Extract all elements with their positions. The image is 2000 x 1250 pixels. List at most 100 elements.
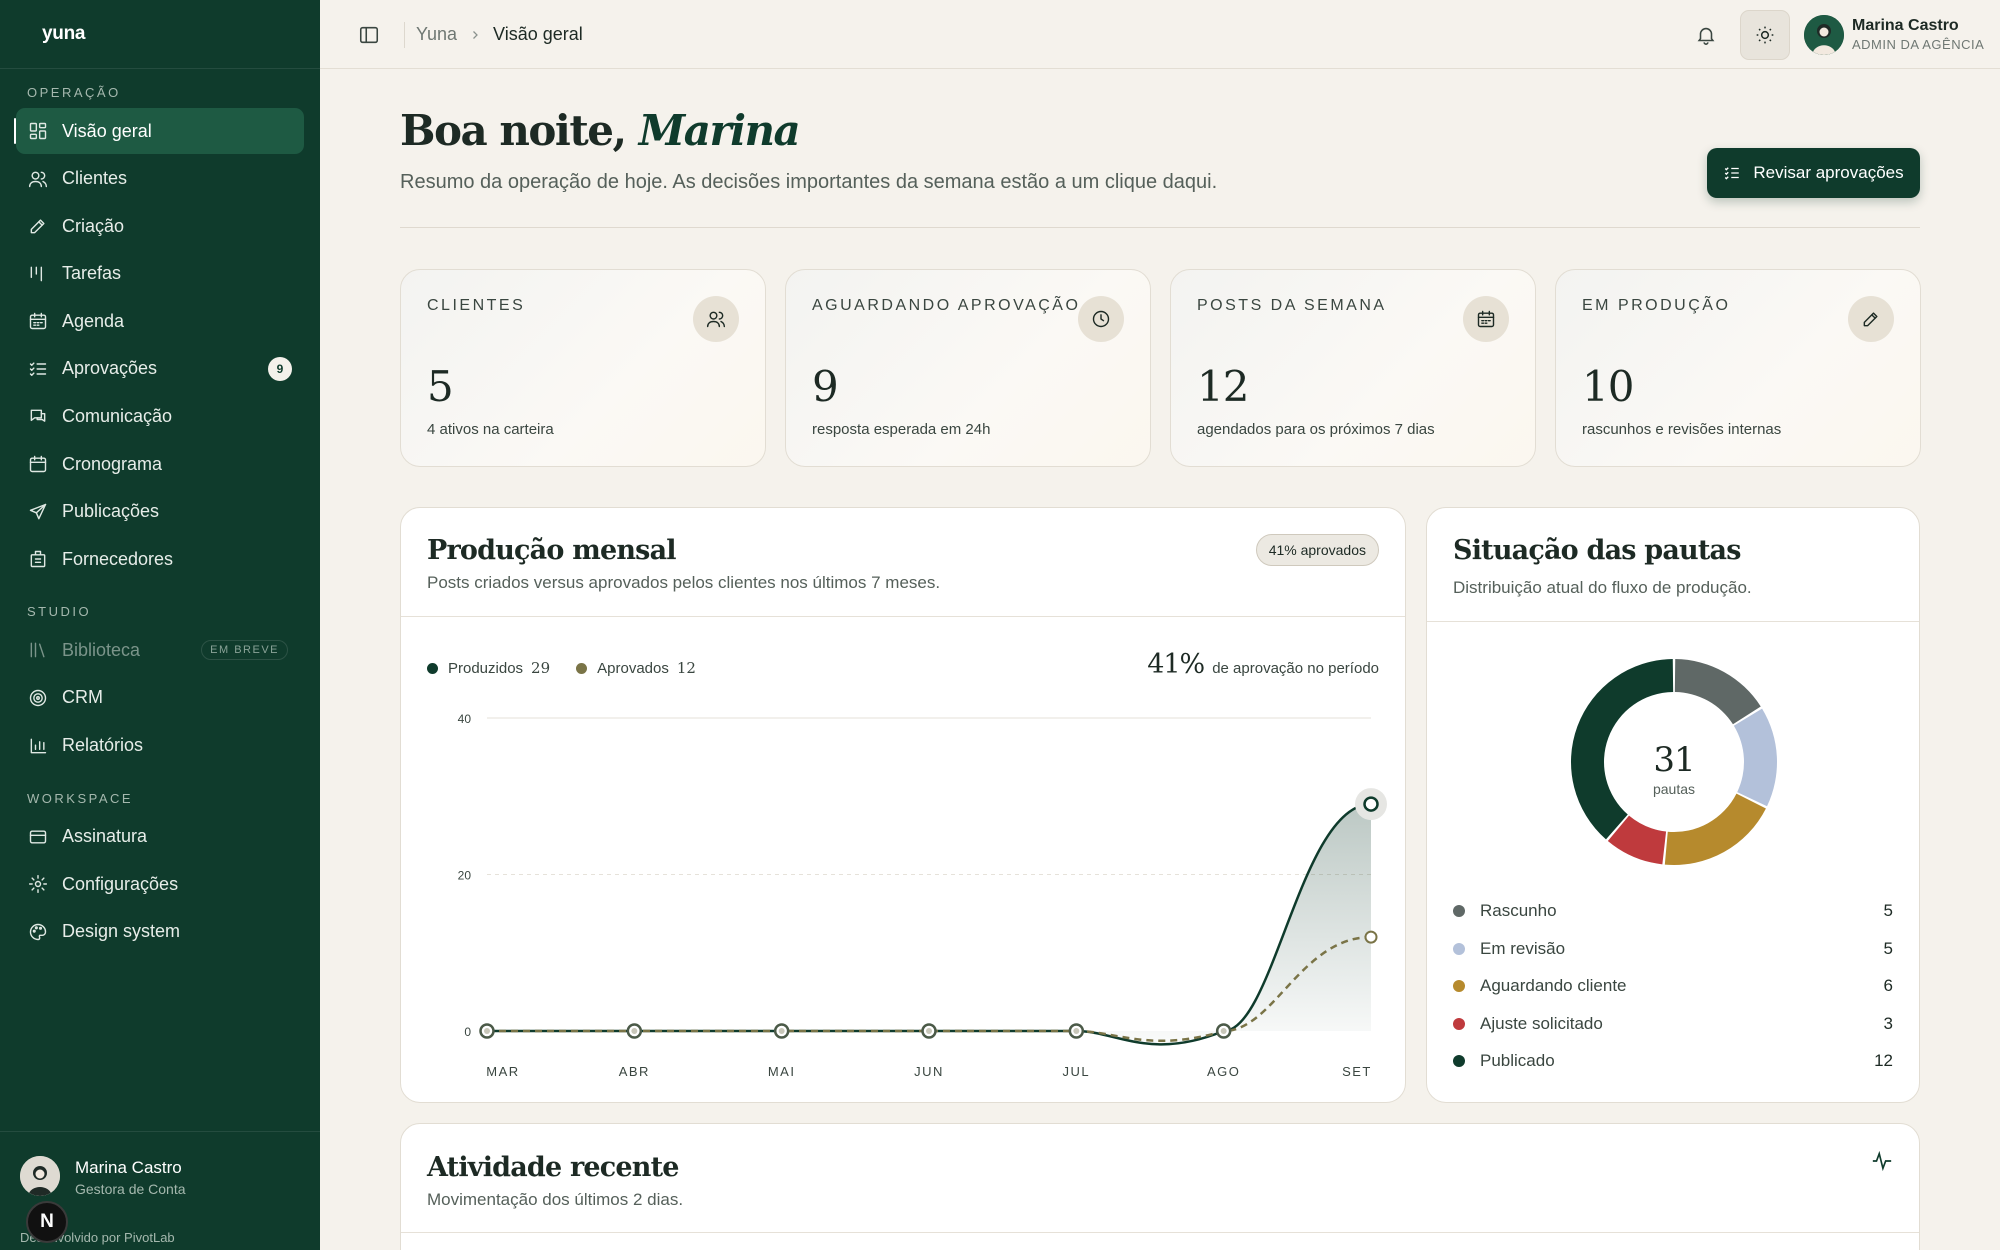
donut-slice[interactable]	[1733, 708, 1777, 807]
sidebar-item-configuracoes[interactable]: Configurações	[16, 861, 304, 907]
nav-section-title: WORKSPACE	[27, 790, 134, 806]
sidebar-item-agenda[interactable]: Agenda	[16, 298, 304, 344]
sidebar-item-aprovacoes[interactable]: Aprovações 9	[16, 346, 304, 392]
donut-center-label: pautas	[1653, 781, 1695, 797]
stat-description: 4 ativos na carteira	[427, 421, 554, 438]
sidebar-item-visao-geral[interactable]: Visão geral	[14, 108, 304, 154]
y-tick-label: 20	[458, 869, 472, 883]
footer-user-name: Marina Castro	[75, 1158, 182, 1177]
stat-icon-badge	[1463, 296, 1509, 342]
sidebar-item-relatorios[interactable]: Relatórios	[16, 723, 304, 769]
status-legend-dot	[1453, 980, 1465, 992]
stat-card[interactable]: POSTS DA SEMANA 12 agendados para os próxi…	[1170, 269, 1536, 467]
review-approvals-button[interactable]: Revisar aprovações	[1707, 148, 1920, 198]
sidebar-footer: Marina Castro Gestora de Conta Desenvolv…	[0, 1131, 320, 1250]
sidebar-item-label: Publicações	[62, 501, 160, 522]
sidebar: yuna OPERAÇÃO Visão geral Clientes Criação T…	[0, 0, 320, 1250]
nav-section-title: OPERAÇÃO	[27, 85, 121, 100]
sidebar-toggle-icon[interactable]	[358, 24, 380, 46]
checklist-icon	[29, 362, 47, 376]
status-panel: Situação das pautas Distribuição atual d…	[1426, 507, 1920, 1103]
send-icon	[29, 503, 47, 520]
sidebar-item-tarefas[interactable]: Tarefas	[16, 251, 304, 297]
sidebar-item-label: Fornecedores	[62, 548, 174, 569]
page-subtitle: Resumo da operação de hoje. As decisões …	[400, 171, 1218, 193]
sidebar-item-criacao[interactable]: Criação	[16, 203, 304, 249]
topbar-user-role: ADMIN DA AGÊNCIA	[1852, 37, 1985, 52]
tasks-icon	[30, 266, 43, 282]
sidebar-item-label: Criação	[62, 215, 125, 236]
status-legend-count: 12	[1874, 1051, 1893, 1070]
nav-section-title: STUDIO	[27, 604, 92, 620]
status-legend-label: Ajuste solicitado	[1480, 1013, 1603, 1033]
checklist-icon	[1725, 167, 1740, 180]
page-title: Boa noite, Marina	[400, 106, 801, 155]
avatar[interactable]	[1804, 15, 1844, 55]
sidebar-item-fornecedores[interactable]: Fornecedores	[16, 536, 304, 582]
target-icon	[29, 689, 47, 707]
approvals-count-badge: 9	[268, 356, 292, 381]
stat-description: resposta esperada em 24h	[812, 421, 991, 438]
stat-label: CLIENTES	[427, 297, 526, 314]
stat-card[interactable]: CLIENTES 5 4 ativos na carteira	[400, 269, 766, 467]
donut-slice[interactable]	[1664, 793, 1766, 865]
sidebar-item-label: Tarefas	[62, 263, 122, 284]
users-icon	[28, 171, 48, 187]
data-point-core	[926, 1028, 932, 1034]
production-panel: Produção mensal Posts criados versus apr…	[400, 507, 1406, 1103]
sidebar-item-cronograma[interactable]: Cronograma	[16, 441, 304, 487]
sun-icon	[1756, 26, 1774, 44]
status-legend-dot	[1453, 905, 1465, 917]
stat-card[interactable]: AGUARDANDO APROVAÇÃO 9 resposta esperada e…	[785, 269, 1151, 467]
activity-panel: Atividade recente Movimentação dos últim…	[400, 1123, 1920, 1250]
palette-icon	[29, 923, 47, 940]
divider	[401, 1232, 1919, 1233]
avatar[interactable]	[20, 1156, 60, 1196]
coming-soon-tag: EM BREVE	[201, 640, 288, 661]
sidebar-item-comunicacao[interactable]: Comunicação	[16, 394, 304, 440]
sidebar-item-publicacoes[interactable]: Publicações	[16, 489, 304, 535]
sidebar-nav: OPERAÇÃO Visão geral Clientes Criação Tarefa…	[0, 85, 320, 955]
stat-value: 9	[812, 362, 839, 411]
sidebar-item-clientes[interactable]: Clientes	[16, 156, 304, 202]
stat-label: AGUARDANDO APROVAÇÃO	[812, 297, 1081, 314]
topbar-user-name[interactable]: Marina Castro	[1852, 17, 1959, 35]
stat-icon-badge	[1078, 296, 1124, 342]
bar-chart-icon	[30, 738, 47, 753]
brand-logo[interactable]: yuna	[0, 0, 320, 69]
stat-icon-badge	[1848, 296, 1894, 342]
production-line-chart: 0 20 40 MAR ABR MAI JUN JUL AGO SET	[458, 712, 1387, 1079]
x-tick-label: MAI	[768, 1064, 796, 1079]
donut-slice[interactable]	[1674, 659, 1761, 725]
sidebar-item-label: Comunicação	[62, 406, 173, 427]
series-line-produzidos	[487, 802, 1372, 1046]
stat-card[interactable]: EM PRODUÇÃO 10 rascunhos e revisões intern…	[1555, 269, 1921, 467]
clock-icon	[1092, 310, 1110, 328]
donut-center-value: 31	[1653, 740, 1694, 780]
pen-icon	[30, 219, 45, 234]
sidebar-item-label: Configurações	[62, 873, 179, 894]
sidebar-item-assinatura[interactable]: Assinatura	[16, 814, 304, 860]
gear-icon	[28, 875, 48, 894]
stat-description: agendados para os próximos 7 dias	[1197, 421, 1435, 438]
sidebar-item-crm[interactable]: CRM	[16, 675, 304, 721]
dev-badge[interactable]: N	[26, 1201, 68, 1243]
activity-subtitle: Movimentação dos últimos 2 dias.	[427, 1190, 684, 1209]
stat-value: 10	[1582, 362, 1634, 411]
sidebar-item-label: Clientes	[62, 168, 128, 189]
status-legend-row: Publicado 12	[1453, 1051, 1893, 1071]
stat-icon-badge	[693, 296, 739, 342]
dashboard-icon	[29, 122, 47, 140]
bell-icon[interactable]	[1695, 24, 1717, 46]
breadcrumb-root[interactable]: Yuna	[416, 24, 457, 45]
users-icon	[706, 311, 726, 328]
status-legend-count: 5	[1883, 901, 1893, 920]
calendar-icon	[1477, 310, 1495, 328]
building-icon	[30, 551, 46, 568]
sidebar-item-biblioteca: Biblioteca EM BREVE	[16, 627, 304, 673]
sidebar-item-label: Aprovações	[62, 358, 158, 379]
y-tick-label: 0	[464, 1025, 471, 1039]
sidebar-item-design-system[interactable]: Design system	[16, 909, 304, 955]
theme-toggle-button[interactable]	[1740, 10, 1790, 60]
calendar-icon	[29, 313, 47, 330]
